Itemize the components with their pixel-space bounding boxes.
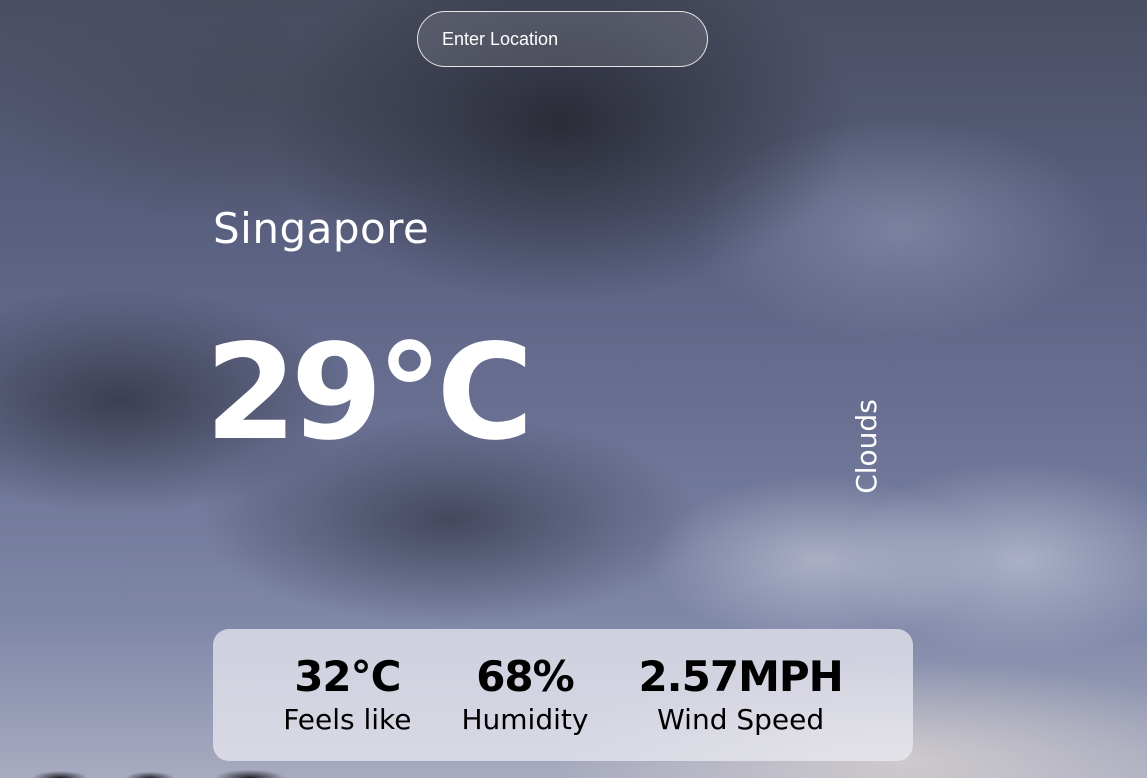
location-search-input[interactable] [417,11,708,67]
wind-speed-label: Wind Speed [657,703,825,736]
current-temperature: 29°C [205,316,534,470]
stat-feels-like: 32°C Feels like [283,652,411,738]
weather-condition-label: Clouds [849,398,883,494]
city-name: Singapore [213,204,430,253]
weather-stats-panel: 32°C Feels like 68% Humidity 2.57MPH Win… [213,629,913,761]
weather-condition: Clouds [836,398,896,494]
stat-wind-speed: 2.57MPH Wind Speed [638,652,843,738]
humidity-value: 68% [476,652,575,701]
treeline-silhouette [0,766,320,778]
wind-speed-value: 2.57MPH [638,652,843,701]
feels-like-label: Feels like [283,703,412,736]
humidity-label: Humidity [461,703,589,736]
feels-like-value: 32°C [294,652,401,701]
search-bar [417,11,708,67]
stat-humidity: 68% Humidity [461,652,588,738]
